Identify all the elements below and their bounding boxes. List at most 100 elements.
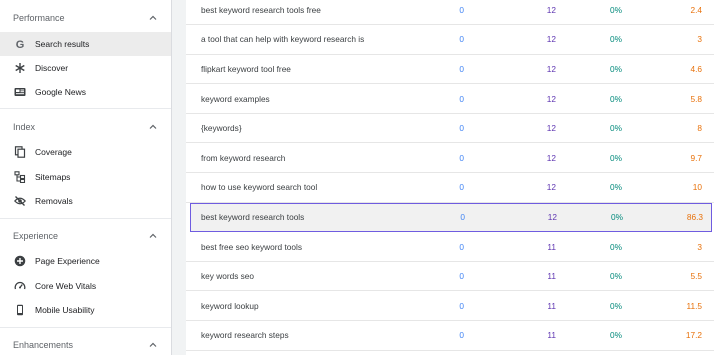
query-cell: keyword lookup xyxy=(201,300,259,311)
position-cell: 5.5 xyxy=(690,271,702,282)
position-cell: 9.7 xyxy=(690,152,702,163)
query-cell: how to use keyword search tool xyxy=(201,182,318,193)
clicks-cell: 0 xyxy=(459,330,464,341)
chevron-up-icon xyxy=(149,124,157,129)
impressions-cell: 11 xyxy=(547,241,556,252)
table-row[interactable]: flipkart keyword tool free 0 12 0% 4.6 xyxy=(186,55,714,85)
sidebar-item-coverage[interactable]: Coverage xyxy=(0,140,171,164)
sidebar-item-search-results[interactable]: G Search results xyxy=(0,32,171,56)
section-header-index[interactable]: Index xyxy=(0,117,172,137)
table-row[interactable]: a tool that can help with keyword resear… xyxy=(186,25,714,55)
sidebar-item-label: Google News xyxy=(35,87,87,97)
impressions-cell: 12 xyxy=(546,4,556,15)
table-row[interactable]: keyword lookup 0 11 0% 11.5 xyxy=(186,292,714,322)
ctr-cell: 0% xyxy=(610,93,622,104)
ctr-cell: 0% xyxy=(610,123,622,134)
divider xyxy=(0,327,171,328)
clicks-cell: 0 xyxy=(459,152,464,163)
query-cell: best free seo keyword tools xyxy=(201,241,302,252)
ctr-cell: 0% xyxy=(610,63,622,74)
query-cell: best keyword research tools free xyxy=(201,4,321,15)
section-title: Enhancements xyxy=(13,340,74,350)
news-icon xyxy=(13,86,26,99)
impressions-cell: 12 xyxy=(546,63,556,74)
position-cell: 4.6 xyxy=(690,63,702,74)
table-row[interactable]: {keywords} 0 12 0% 8 xyxy=(186,114,714,144)
chevron-up-icon xyxy=(149,342,157,347)
query-cell: {keywords} xyxy=(201,123,242,134)
position-cell: 8 xyxy=(697,123,702,134)
section-header-enhancements[interactable]: Enhancements xyxy=(0,335,172,355)
sidebar-item-label: Search results xyxy=(35,39,90,49)
clicks-cell: 0 xyxy=(459,63,464,74)
queries-table: best keyword research tools free 0 12 0% 2.4… xyxy=(186,0,720,355)
gauge-icon xyxy=(13,280,26,293)
clicks-cell: 0 xyxy=(459,34,464,45)
position-cell: 86.3 xyxy=(686,212,703,223)
sitemap-icon xyxy=(13,171,26,184)
query-cell: keyword research steps xyxy=(201,330,289,341)
ctr-cell: 0% xyxy=(610,300,622,311)
sidebar-item-label: Core Web Vitals xyxy=(35,281,97,291)
impressions-cell: 12 xyxy=(547,212,557,223)
impressions-cell: 12 xyxy=(546,123,556,134)
query-cell: key words seo xyxy=(201,271,255,282)
table-row[interactable]: best free seo keyword tools 0 11 0% 3 xyxy=(186,232,714,262)
sidebar-item-core-web-vitals[interactable]: Core Web Vitals xyxy=(0,274,171,298)
clicks-cell: 0 xyxy=(460,212,465,223)
position-cell: 3 xyxy=(697,34,702,45)
section-title: Experience xyxy=(13,231,59,241)
table-row-selected[interactable]: best keyword research tools 0 12 0% 86.3 xyxy=(190,202,712,233)
ctr-cell: 0% xyxy=(610,4,622,15)
sidebar-item-label: Sitemaps xyxy=(35,172,71,182)
impressions-cell: 12 xyxy=(546,152,556,163)
clicks-cell: 0 xyxy=(459,182,464,193)
query-cell: a tool that can help with keyword resear… xyxy=(201,34,365,45)
eye-off-icon xyxy=(13,195,26,208)
position-cell: 10 xyxy=(692,182,702,193)
sidebar-item-google-news[interactable]: Google News xyxy=(0,80,171,104)
position-cell: 17.2 xyxy=(685,330,702,341)
query-cell: keyword examples xyxy=(201,93,270,104)
query-cell: flipkart keyword tool free xyxy=(201,63,291,74)
sidebar-item-page-experience[interactable]: Page Experience xyxy=(0,249,171,273)
ctr-cell: 0% xyxy=(610,182,622,193)
query-cell: best keyword research tools xyxy=(201,212,305,223)
table-row[interactable]: from keyword research 0 12 0% 9.7 xyxy=(186,144,714,174)
table-row[interactable]: best keyword research tools free 0 12 0% 2.4 xyxy=(186,0,714,26)
clicks-cell: 0 xyxy=(459,271,464,282)
section-header-experience[interactable]: Experience xyxy=(0,226,172,246)
impressions-cell: 11 xyxy=(547,271,556,282)
clicks-cell: 0 xyxy=(459,4,464,15)
svg-text:G: G xyxy=(15,39,24,50)
ctr-cell: 0% xyxy=(610,271,622,282)
divider xyxy=(0,108,171,109)
asterisk-icon xyxy=(13,62,26,75)
query-cell: from keyword research xyxy=(201,152,286,163)
position-cell: 11.5 xyxy=(686,300,702,311)
section-title: Performance xyxy=(13,13,65,23)
table-row[interactable]: how to use keyword search tool 0 12 0% 10 xyxy=(186,173,714,203)
phone-icon xyxy=(13,304,26,317)
sidebar-item-label: Coverage xyxy=(35,147,72,157)
ctr-cell: 0% xyxy=(610,241,622,252)
impressions-cell: 11 xyxy=(547,330,556,341)
position-cell: 2.4 xyxy=(690,4,702,15)
sidebar: Performance G Search results Discover Go… xyxy=(0,0,172,355)
sidebar-item-label: Removals xyxy=(35,196,73,206)
clicks-cell: 0 xyxy=(459,93,464,104)
impressions-cell: 12 xyxy=(546,182,556,193)
sidebar-item-discover[interactable]: Discover xyxy=(0,56,171,80)
sidebar-item-mobile-usability[interactable]: Mobile Usability xyxy=(0,298,171,322)
sidebar-item-removals[interactable]: Removals xyxy=(0,189,171,213)
plus-circle-icon xyxy=(13,255,26,268)
impressions-cell: 12 xyxy=(546,93,556,104)
table-row[interactable]: key words seo 0 11 0% 5.5 xyxy=(186,262,714,292)
section-header-performance[interactable]: Performance xyxy=(0,8,172,28)
impressions-cell: 11 xyxy=(547,300,556,311)
sidebar-item-label: Discover xyxy=(35,63,69,73)
table-row[interactable]: keyword examples 0 12 0% 5.8 xyxy=(186,84,714,114)
position-cell: 5.8 xyxy=(690,93,702,104)
sidebar-item-sitemaps[interactable]: Sitemaps xyxy=(0,165,171,189)
table-row[interactable]: keyword research steps 0 11 0% 17.2 xyxy=(186,321,714,351)
